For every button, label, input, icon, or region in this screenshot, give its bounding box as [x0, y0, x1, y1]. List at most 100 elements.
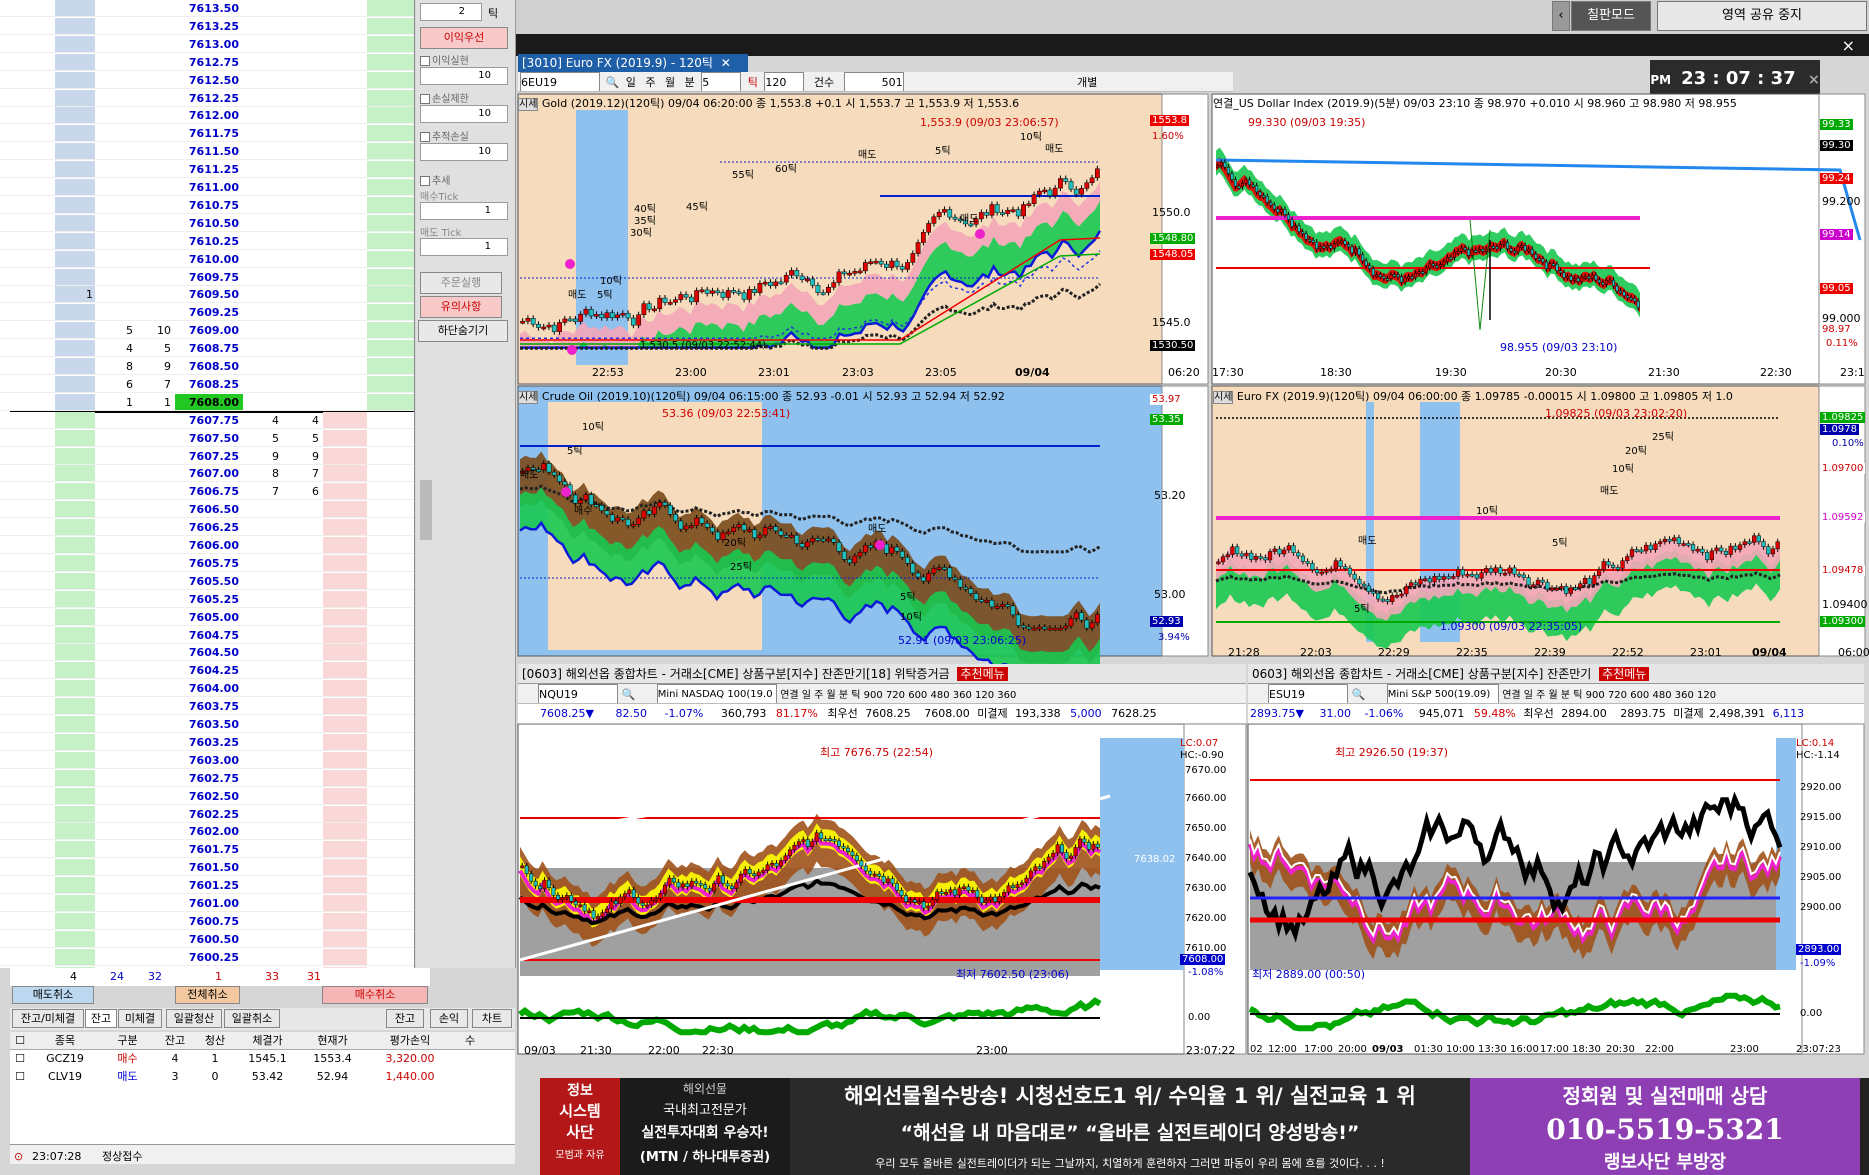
nq-x-tick: 23:07:22 [1186, 1044, 1236, 1057]
gold-low-badge: 1530.50 [1150, 340, 1196, 351]
nq-x-tick: 09/03 [524, 1044, 556, 1057]
euro-candle [1723, 550, 1729, 555]
es-x-tick: 23:00 [1730, 1044, 1759, 1055]
crude-candle [694, 517, 700, 526]
crude-candle [820, 538, 826, 542]
nq-price-badge: 7608.00 [1180, 954, 1226, 965]
usd-candle [1626, 295, 1630, 298]
gold-candle [994, 204, 1000, 213]
nq-reco-button[interactable]: 추천메뉴 [957, 667, 1008, 681]
es-pct: -1.06% [1364, 707, 1404, 720]
euro-candle [1596, 569, 1602, 576]
euro-candle [1479, 572, 1484, 579]
usd-candle [1505, 242, 1510, 249]
euro-candle [1549, 587, 1555, 591]
es-axis: 2900.00 [1800, 902, 1842, 913]
nq-toolbar: NQU19 🔍 Mini NASDAQ 100(19.0 연결 일 주 월 분 … [518, 684, 1246, 704]
crude-candle [562, 481, 568, 486]
euro-candle [1474, 574, 1479, 579]
crude-annot: 10틱 [582, 422, 604, 433]
crude-candle [609, 514, 615, 522]
euro-candle [1728, 545, 1733, 555]
crude-axis: 53.00 [1154, 588, 1186, 601]
euro-candle [1286, 545, 1291, 551]
euro-candle [1761, 541, 1766, 547]
usd-candle [1407, 276, 1411, 279]
usd-candle [1230, 173, 1234, 180]
usd-high-label: 99.330 (09/03 19:35) [1248, 116, 1366, 129]
nq-axis: 7650.00 [1185, 823, 1227, 834]
crude-candle [905, 556, 910, 564]
euro-candle [1263, 557, 1268, 561]
es-unfill-label: 미결제 [1673, 707, 1704, 720]
crude-candle [836, 542, 842, 552]
gold-candle [873, 260, 879, 264]
gold-line-badge: 1548.05 [1150, 249, 1196, 260]
euro-candle [1244, 552, 1249, 557]
ad-banner[interactable]: 정보 시스템 사단 모범과 자유 해외선물 국내최고전문가 실전투자대회 우승자… [540, 1078, 1869, 1175]
down-triangle-icon: ▼ [585, 707, 594, 720]
es-volp: 59.48% [1473, 707, 1516, 720]
nq-quote-row: 7608.25▼ 82.50 -1.07% 360,793 81.17% 최우선… [518, 704, 1246, 724]
search-icon[interactable]: 🔍 [1352, 688, 1366, 701]
gold-candle [736, 291, 742, 294]
crude-annot: 매도 [520, 470, 539, 481]
euro-candle [1653, 543, 1658, 550]
gold-candle [936, 212, 942, 218]
euro-candle [1239, 553, 1244, 557]
euro-candle [1498, 567, 1503, 574]
crude-candle [746, 529, 752, 532]
es-symbol-select[interactable]: ESU19 [1268, 684, 1348, 703]
usd-candle [1470, 250, 1474, 256]
euro-x-tick: 22:03 [1300, 646, 1332, 659]
usd-candle [1431, 263, 1435, 267]
gold-axis: 1545.0 [1152, 316, 1191, 329]
usd-candle [1223, 162, 1227, 168]
euro-candle [1662, 538, 1667, 542]
gold-candle [1084, 182, 1090, 189]
es-chg: 31.00 [1319, 707, 1351, 720]
gold-x-tick: 09/04 [1015, 366, 1050, 379]
euro-candle [1272, 548, 1277, 552]
euro-axis: 1.09400 [1822, 598, 1868, 611]
search-icon[interactable]: 🔍 [622, 688, 636, 701]
es-name-field: Mini S&P 500(19.09) [1386, 684, 1499, 703]
gold-candle [884, 263, 889, 268]
nq-period-row[interactable]: 연결 일 주 월 분 틱 900 720 600 480 360 120 360 [780, 690, 1016, 701]
crude-candle [652, 506, 657, 515]
nq-low-label: 최저 7602.50 (23:06) [956, 968, 1070, 981]
nq-bestsell: 7608.25 [865, 707, 911, 720]
crude-candle [641, 510, 647, 519]
gold-candle [826, 287, 831, 293]
gold-candle [778, 281, 784, 285]
nq-lc: LC:0.07 [1180, 738, 1219, 749]
usd-x-tick: 22:30 [1760, 366, 1792, 379]
usd-candle [1509, 248, 1513, 252]
crude-low-label: 52.91 (09/03 23:06:25) [898, 634, 1027, 647]
crude-candle [857, 552, 863, 557]
es-period-row[interactable]: 연결 일 주 월 분 틱 900 720 600 480 360 120 [1502, 690, 1716, 701]
euro-candle [1300, 555, 1306, 562]
euro-candle [1554, 587, 1559, 591]
usd-candle [1594, 274, 1598, 281]
usd-candle [1604, 279, 1608, 285]
usd-candle [1484, 248, 1488, 252]
gold-candle [1026, 203, 1032, 206]
gold-candle [857, 270, 863, 274]
euro-candle [1277, 548, 1282, 555]
es-reco-button[interactable]: 추천메뉴 [1599, 667, 1650, 681]
euro-candle [1249, 552, 1254, 560]
nq-window-title: [0603] 해외선옵 종합차트 - 거래소[CME] 상품구분[지수] 잔존만… [518, 664, 1246, 684]
gold-candle [1021, 204, 1026, 217]
gold-candle [536, 323, 541, 328]
crude-candle [831, 538, 837, 543]
ad-block-3: 해외선물월수방송! 시청선호도1 위/ 수익율 1 위/ 실전교육 1 위 “해… [790, 1078, 1470, 1175]
gold-candle [799, 275, 805, 280]
crude-candle [841, 551, 847, 560]
usd-badge: 99.33 [1820, 119, 1853, 130]
ad-text: 모범과 자유 [555, 1150, 605, 1161]
usd-candle [1636, 300, 1640, 308]
crude-signal-dot [561, 487, 571, 497]
usd-candle [1562, 272, 1566, 278]
nq-symbol-select[interactable]: NQU19 [538, 684, 618, 703]
